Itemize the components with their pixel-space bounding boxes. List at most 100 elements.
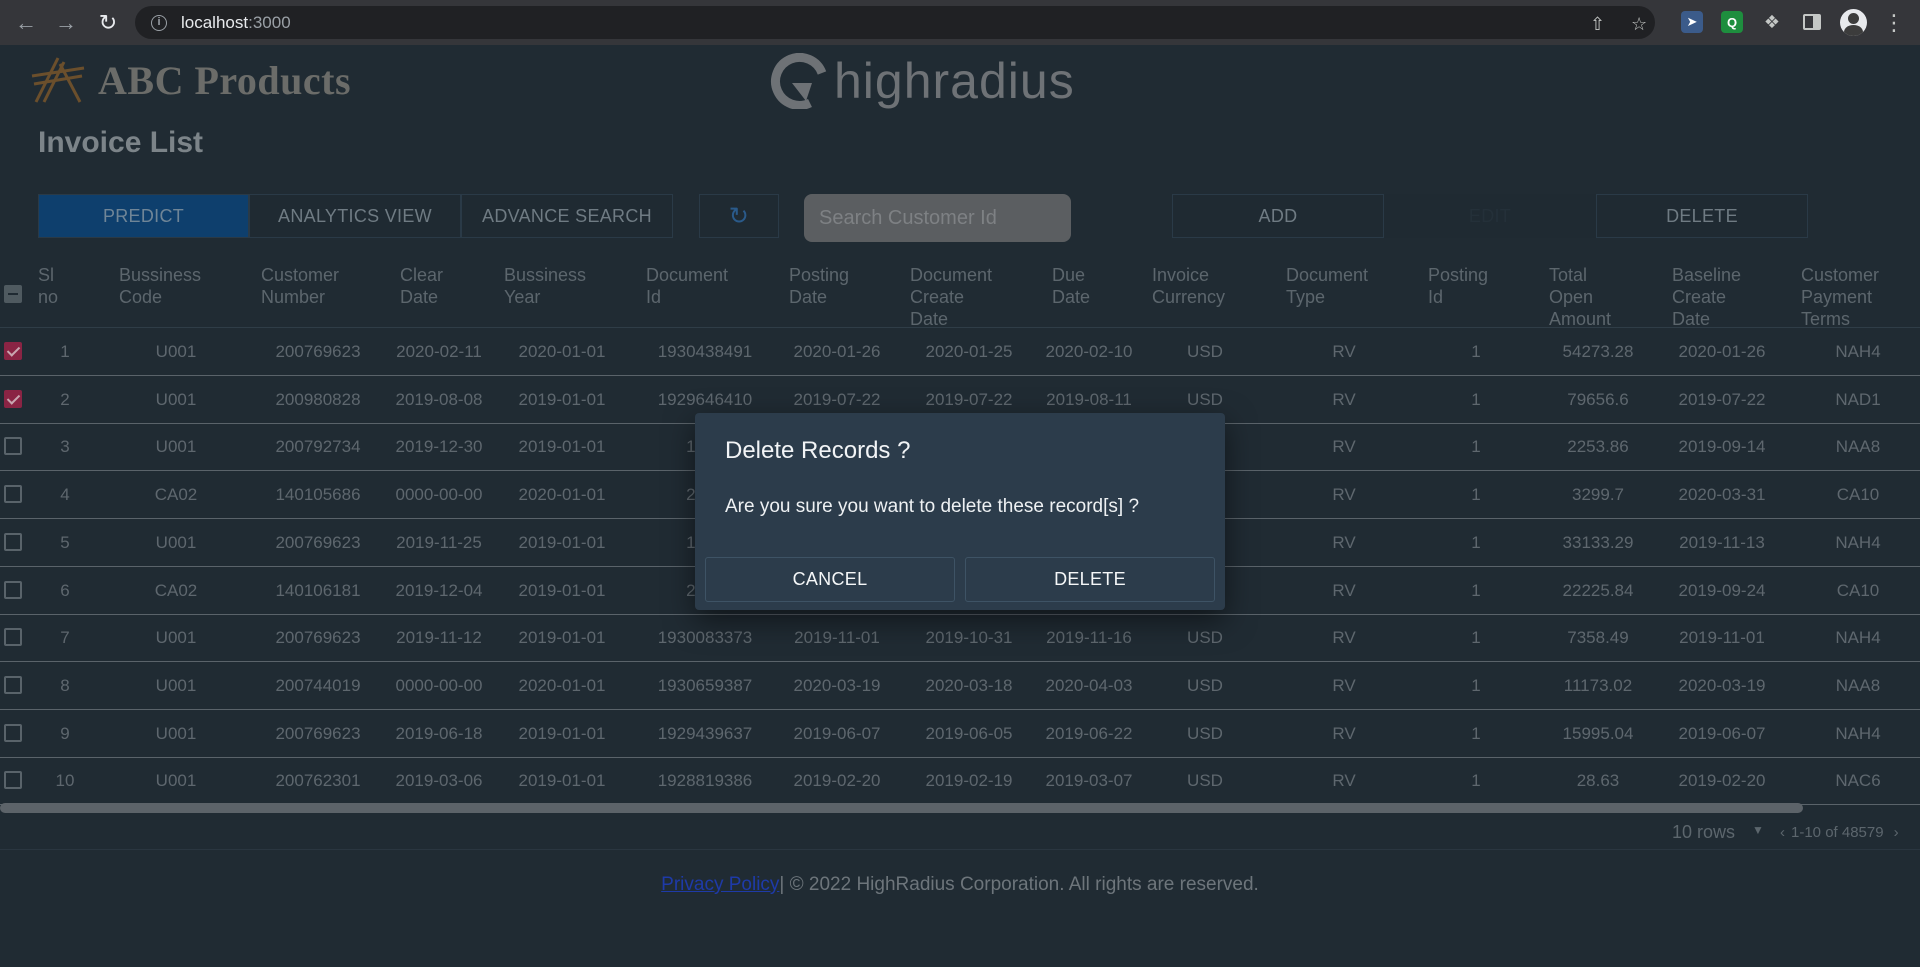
column-header-line: Type: [1286, 287, 1326, 307]
table-cell: 2019-01-01: [518, 532, 606, 552]
table-cell: 1: [1471, 485, 1481, 505]
table-cell: 1: [1471, 342, 1481, 361]
table-cell: 2019-11-01: [1679, 628, 1765, 648]
refresh-icon: ↻: [728, 202, 750, 230]
column-header[interactable]: Due Date: [1052, 264, 1090, 308]
table-cell: 1: [1471, 437, 1481, 457]
dialog-cancel-button[interactable]: CANCEL: [705, 557, 955, 602]
rows-per-page-select[interactable]: 10 rows: [1672, 822, 1735, 843]
table-cell: 2020-02-10: [1045, 342, 1133, 361]
column-header[interactable]: Total Open Amount: [1549, 264, 1611, 330]
table-cell: 0000-00-00: [395, 485, 483, 505]
column-header-line: Baseline: [1672, 265, 1742, 285]
delete-confirm-dialog: Delete Records ? Are you sure you want t…: [695, 413, 1225, 610]
share-icon[interactable]: ⇧: [1590, 14, 1605, 35]
table-cell: NAH4: [1835, 342, 1881, 361]
predict-button[interactable]: PREDICT: [38, 194, 249, 238]
table-cell: U001: [155, 342, 197, 361]
column-header[interactable]: Baseline Create Date: [1672, 264, 1741, 330]
q-extension-icon[interactable]: Q: [1721, 11, 1743, 33]
next-page-icon[interactable]: ›: [1894, 824, 1899, 841]
column-header[interactable]: Sl no: [38, 264, 58, 308]
table-cell: RV: [1332, 675, 1356, 695]
table-cell: 2253.86: [1567, 437, 1629, 457]
privacy-policy-link[interactable]: Privacy Policy: [661, 874, 779, 895]
column-header[interactable]: Customer Payment Terms: [1801, 264, 1879, 330]
select-all-checkbox[interactable]: [4, 285, 22, 303]
column-header[interactable]: Bussiness Year: [504, 264, 586, 308]
pagination-bar: 10 rows ▼ ‹ 1-10 of 48579 ›: [0, 820, 1920, 850]
table-cell: 1: [1471, 771, 1481, 791]
table-cell: 3299.7: [1572, 485, 1624, 505]
back-icon[interactable]: ←: [6, 0, 46, 45]
forward-icon[interactable]: →: [46, 0, 86, 45]
column-header[interactable]: Invoice Currency: [1152, 264, 1225, 308]
browser-toolbar: ← → ↻ i localhost:3000 ⇧ ☆ ➤ Q ❖ ⋮: [0, 0, 1920, 45]
brand-name: ABC Products: [98, 57, 352, 103]
table-cell: 2020-03-31: [1678, 485, 1766, 505]
column-header-line: Date: [1672, 309, 1711, 329]
table-cell: 33133.29: [1562, 532, 1634, 552]
table-cell: USD: [1187, 628, 1223, 648]
rows-dropdown-caret-icon[interactable]: ▼: [1752, 823, 1764, 837]
site-info-icon[interactable]: i: [151, 14, 167, 31]
delete-button[interactable]: DELETE: [1596, 194, 1808, 238]
copyright-text: | © 2022 HighRadius Corporation. All rig…: [779, 874, 1259, 895]
highradius-logo: highradius: [770, 52, 1075, 110]
prev-page-icon[interactable]: ‹: [1780, 824, 1785, 841]
table-cell: NAH4: [1835, 723, 1881, 743]
side-panel-icon[interactable]: [1801, 11, 1823, 33]
column-header[interactable]: Posting Id: [1428, 264, 1488, 308]
address-bar[interactable]: i localhost:3000 ⇧ ☆: [135, 6, 1655, 39]
table-cell: USD: [1187, 723, 1223, 743]
column-header-line: Number: [261, 287, 326, 307]
table-cell: USD: [1187, 771, 1223, 791]
table-row[interactable]: 8 U001 200744019 0000-00-00 2020-01-01 193065…: [0, 662, 1920, 710]
add-button[interactable]: ADD: [1172, 194, 1384, 238]
column-header[interactable]: Clear Date: [400, 264, 443, 308]
browser-menu-icon[interactable]: ⋮: [1874, 0, 1914, 45]
table-row[interactable]: 1 U001 200769623 2020-02-11 2020-01-01 193043…: [0, 328, 1920, 376]
table-cell: 2019-11-13: [1679, 532, 1765, 552]
profile-avatar[interactable]: [1840, 9, 1867, 36]
horizontal-scrollbar[interactable]: [0, 803, 1803, 813]
table-row[interactable]: 10 U001 200762301 2019-03-06 2019-01-01 19288…: [0, 757, 1920, 806]
column-header-line: Sl: [38, 265, 55, 285]
table-cell: 0000-00-00: [395, 675, 483, 695]
table-cell: USD: [1187, 342, 1223, 361]
edit-button[interactable]: EDIT: [1384, 194, 1596, 238]
table-cell: RV: [1332, 580, 1356, 600]
column-header-line: no: [38, 287, 59, 307]
analytics-view-button[interactable]: ANALYTICS VIEW: [249, 194, 461, 238]
column-header[interactable]: Document Type: [1286, 264, 1368, 308]
table-cell: RV: [1332, 532, 1356, 552]
column-header[interactable]: Document Create Date: [910, 264, 992, 330]
reload-icon[interactable]: ↻: [88, 0, 128, 45]
table-cell: 2019-09-24: [1678, 580, 1766, 600]
column-header[interactable]: Posting Date: [789, 264, 849, 308]
table-cell: 2019-10-31: [925, 628, 1013, 648]
dialog-delete-button[interactable]: DELETE: [965, 557, 1215, 602]
table-cell: 1929439637: [657, 723, 753, 743]
search-customer-id-input[interactable]: Search Customer Id: [804, 194, 1071, 242]
table-cell: 2020-04-03: [1045, 675, 1133, 695]
extensions-puzzle-icon[interactable]: ❖: [1761, 11, 1783, 33]
column-header[interactable]: Document Id: [646, 264, 728, 308]
cursor-extension-icon[interactable]: ➤: [1681, 11, 1703, 33]
column-header-line: Code: [119, 287, 163, 307]
table-row[interactable]: 7 U001 200769623 2019-11-12 2019-01-01 193008…: [0, 614, 1920, 663]
advance-search-button[interactable]: ADVANCE SEARCH: [461, 194, 673, 238]
column-header[interactable]: Bussiness Code: [119, 264, 201, 308]
column-header-line: Date: [1052, 287, 1091, 307]
table-cell: 2020-01-01: [518, 342, 606, 361]
table-cell: 2019-01-01: [518, 628, 606, 648]
table-cell: 4: [60, 485, 70, 505]
column-header-line: Bussiness: [504, 265, 587, 285]
table-cell: NAA8: [1835, 675, 1881, 695]
column-header[interactable]: Customer Number: [261, 264, 339, 308]
table-row[interactable]: 9 U001 200769623 2019-06-18 2019-01-01 192943…: [0, 710, 1920, 758]
dialog-message: Are you sure you want to delete these re…: [725, 496, 1140, 517]
refresh-button[interactable]: ↻: [699, 194, 779, 238]
table-cell: 28.63: [1576, 771, 1620, 791]
bookmark-star-icon[interactable]: ☆: [1631, 14, 1647, 35]
